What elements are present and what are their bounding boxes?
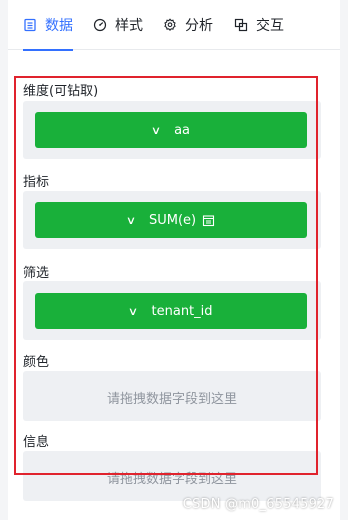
drop-placeholder: 请拖拽数据字段到这里: [106, 472, 237, 487]
metric-drop-zone[interactable]: ∨ SUM(e): [23, 191, 321, 249]
filter-field-pill[interactable]: ∨ tenant_id: [35, 293, 307, 329]
dimension-label: 维度(可钻取): [23, 84, 99, 99]
link-icon: [234, 18, 248, 32]
field-name: SUM(e): [148, 212, 197, 228]
tab-bar: 数据 样式 分析 交互: [8, 0, 340, 51]
tab-style[interactable]: 样式: [93, 0, 143, 50]
tab-label: 样式: [115, 17, 143, 34]
metric-field-pill[interactable]: ∨ SUM(e): [35, 202, 307, 238]
tab-analysis[interactable]: 分析: [163, 0, 213, 50]
tab-label: 数据: [45, 17, 73, 34]
drop-placeholder: 请拖拽数据字段到这里: [106, 392, 237, 407]
config-panel: 数据 样式 分析 交互 维度(可钻取) ∨ aa 指标 ∨ SUM(e) 筛选 …: [8, 0, 340, 520]
dimension-field-pill[interactable]: ∨ aa: [35, 112, 307, 148]
metric-label: 指标: [23, 175, 50, 190]
chevron-down-icon[interactable]: ∨: [128, 305, 138, 318]
filter-drop-zone[interactable]: ∨ tenant_id: [23, 281, 321, 340]
field-name: aa: [174, 122, 190, 138]
tab-label: 分析: [185, 17, 213, 34]
tab-label: 交互: [256, 17, 284, 34]
gear-icon: [163, 17, 177, 32]
info-drop-zone[interactable]: 请拖拽数据字段到这里: [23, 451, 321, 501]
tab-data[interactable]: 数据: [23, 0, 73, 51]
field-name: tenant_id: [151, 303, 213, 319]
watermark: CSDN @m0_65545927: [182, 497, 334, 512]
gauge-icon: [93, 18, 107, 32]
chevron-down-icon[interactable]: ∨: [126, 214, 136, 227]
database-icon: [23, 18, 37, 32]
filter-label: 筛选: [23, 266, 50, 281]
color-drop-zone[interactable]: 请拖拽数据字段到这里: [23, 371, 321, 421]
dimension-drop-zone[interactable]: ∨ aa: [23, 101, 321, 159]
color-label: 颜色: [23, 355, 50, 370]
info-label: 信息: [23, 435, 50, 450]
tab-interaction[interactable]: 交互: [234, 0, 284, 50]
chevron-down-icon[interactable]: ∨: [151, 124, 161, 137]
calendar-icon: [202, 214, 215, 227]
